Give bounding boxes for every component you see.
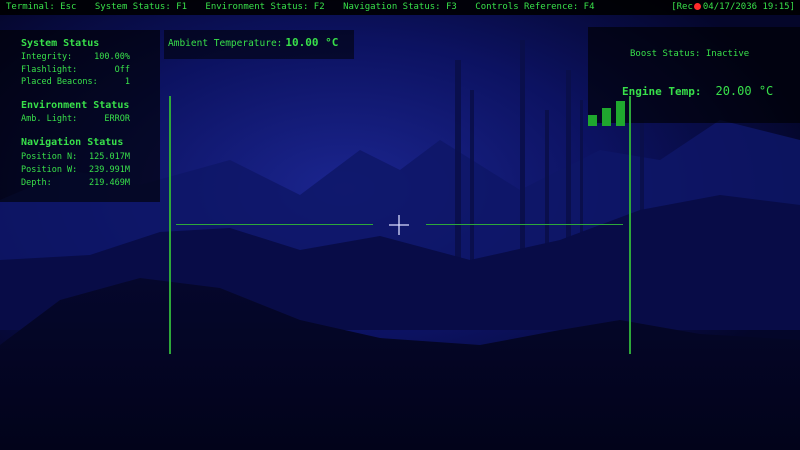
rec-dot-icon xyxy=(693,3,701,10)
menu-items: Terminal: Esc System Status: F1 Environm… xyxy=(6,0,608,15)
position-n-label: Position N: xyxy=(21,152,78,162)
depth-row: Depth: 219.469M xyxy=(21,178,130,188)
engine-temp-readout: Engine Temp: 20.00 °C xyxy=(622,84,773,98)
signal-bar-2 xyxy=(602,108,611,126)
system-status-title: System Status xyxy=(21,38,100,49)
environment-status-title: Environment Status xyxy=(21,100,130,111)
recording-indicator: [Rec 04/17/2036 19:15] xyxy=(671,0,795,15)
hud-left-frame xyxy=(169,96,171,354)
menu-controls-reference[interactable]: Controls Reference: F4 xyxy=(475,2,594,12)
crosshair-icon xyxy=(389,215,409,235)
ambient-temperature-value: 10.00 °C xyxy=(285,36,339,49)
integrity-value: 100.00% xyxy=(94,52,130,62)
top-menu-bar: Terminal: Esc System Status: F1 Environm… xyxy=(0,0,800,15)
menu-system-status[interactable]: System Status: F1 xyxy=(95,2,187,12)
flashlight-row: Flashlight: Off xyxy=(21,65,130,75)
ambient-temperature-label: Ambient Temperature: xyxy=(168,38,283,49)
flashlight-label: Flashlight: xyxy=(21,65,78,75)
menu-terminal[interactable]: Terminal: Esc xyxy=(6,2,76,12)
ambient-light-value: ERROR xyxy=(104,114,130,124)
position-w-label: Position W: xyxy=(21,165,78,175)
rec-label: [Rec xyxy=(671,2,693,12)
signal-bar-3 xyxy=(616,101,625,126)
engine-temp-value: 20.00 °C xyxy=(715,84,774,98)
hud-right-frame xyxy=(629,96,631,354)
depth-label: Depth: xyxy=(21,178,52,188)
flashlight-value: Off xyxy=(114,65,130,75)
boost-status: Boost Status: Inactive xyxy=(630,49,750,59)
engine-panel: Boost Status: Inactive Engine Temp: 20.00… xyxy=(588,27,800,126)
ambient-light-row: Amb. Light: ERROR xyxy=(21,114,130,124)
depth-value: 219.469M xyxy=(89,178,130,188)
rec-datetime: 04/17/2036 19:15] xyxy=(702,2,795,12)
status-panel: System Status Integrity: 100.00% Flashli… xyxy=(0,30,160,202)
engine-temp-label: Engine Temp: xyxy=(622,85,702,98)
position-w-row: Position W: 239.991M xyxy=(21,165,130,175)
menu-environment-status[interactable]: Environment Status: F2 xyxy=(205,2,324,12)
integrity-label: Integrity: xyxy=(21,52,73,62)
position-n-row: Position N: 125.017M xyxy=(21,152,130,162)
beacons-label: Placed Beacons: xyxy=(21,77,98,87)
horizon-line-right xyxy=(426,224,623,225)
position-w-value: 239.991M xyxy=(89,165,130,175)
position-n-value: 125.017M xyxy=(89,152,130,162)
ambient-light-label: Amb. Light: xyxy=(21,114,78,124)
menu-navigation-status[interactable]: Navigation Status: F3 xyxy=(343,2,457,12)
beacons-value: 1 xyxy=(124,77,130,87)
signal-bar-1 xyxy=(588,115,597,126)
horizon-line-left xyxy=(176,224,373,225)
integrity-row: Integrity: 100.00% xyxy=(21,52,130,62)
navigation-status-title: Navigation Status xyxy=(21,137,124,148)
beacons-row: Placed Beacons: 1 xyxy=(21,77,130,87)
ambient-temperature-readout: Ambient Temperature: 10.00 °C xyxy=(164,30,354,59)
